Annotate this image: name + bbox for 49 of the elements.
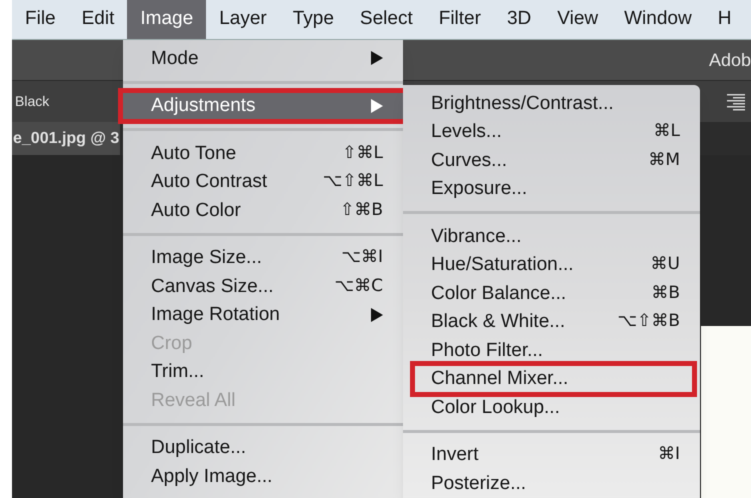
shortcut-label: ⌥⌘I [341, 249, 383, 266]
menu-item[interactable]: Trim... [123, 358, 403, 386]
menu-bar-item[interactable]: Filter [426, 0, 494, 39]
menu-bar-item[interactable]: Type [280, 0, 347, 39]
menu-item[interactable]: Levels... ⌘L [403, 118, 700, 146]
menu-item[interactable]: Image Rotation [123, 300, 403, 329]
menu-item[interactable]: Mode [123, 44, 403, 72]
shortcut-label: ⌥⌘C [334, 278, 383, 295]
menu-item[interactable]: Hue/Saturation... ⌘U [403, 250, 700, 279]
shortcut-label: ⇧⌘B [340, 202, 383, 219]
menu-item[interactable]: Auto Color ⇧⌘B [123, 196, 403, 224]
shortcut-label: ⌘L [654, 123, 680, 140]
menu-item[interactable]: Brightness/Contrast... [403, 89, 700, 118]
menu-bar-item[interactable]: Edit [68, 0, 128, 39]
menu-item[interactable]: Curves... ⌘M [403, 146, 700, 174]
menu-item[interactable]: Image Size... ⌥⌘I [123, 244, 403, 272]
menu-item[interactable]: Posterize... [403, 469, 700, 498]
menu-item[interactable]: Color Lookup... [403, 393, 700, 422]
menu-item[interactable]: Color Balance... ⌘B [403, 279, 700, 308]
align-right-icon[interactable] [727, 92, 745, 110]
menu-bar-item[interactable]: View [544, 0, 612, 39]
menu-item[interactable]: Vibrance... [403, 222, 700, 250]
app-title: Adob [708, 48, 751, 72]
menu-item[interactable]: Auto Tone ⇧⌘L [123, 139, 403, 168]
document-tab[interactable]: e_001.jpg @ 3 [12, 122, 120, 155]
menu-bar-item[interactable]: Layer [206, 0, 280, 39]
shortcut-label: ⇧⌘L [342, 144, 383, 162]
menu-bar-item[interactable]: Image [127, 0, 206, 39]
menu-item[interactable]: Exposure... [403, 174, 700, 203]
shortcut-label: ⌘M [648, 152, 680, 169]
shortcut-label: ⌘B [651, 284, 680, 302]
shortcut-label: ⌘U [650, 256, 680, 274]
menu-item[interactable]: Apply Image... [123, 462, 403, 490]
shortcut-label: ⌥⇧⌘L [322, 173, 383, 190]
menu-item[interactable]: Photo Filter... [403, 336, 700, 364]
menu-bar-item[interactable]: Window [611, 0, 705, 39]
menu-item[interactable]: Channel Mixer... [403, 364, 700, 393]
menu-bar-item[interactable]: File [12, 0, 69, 39]
menu-item[interactable]: Black & White... ⌥⇧⌘B [403, 308, 700, 336]
menu-bar-item[interactable]: Select [346, 0, 426, 39]
menu-bar-item[interactable]: 3D [494, 0, 544, 39]
menu-bar-item[interactable]: H [704, 0, 744, 39]
menu-item[interactable]: Auto Contrast ⌥⇧⌘L [123, 168, 403, 196]
menu-item[interactable]: Duplicate... [123, 434, 403, 462]
menu-item[interactable]: Invert ⌘I [403, 440, 700, 469]
menu-item[interactable]: Canvas Size... ⌥⌘C [123, 272, 403, 300]
shortcut-label: ⌘I [658, 446, 680, 464]
shortcut-label: ⌥⇧⌘B [618, 313, 680, 330]
options-label: Black [14, 92, 50, 111]
